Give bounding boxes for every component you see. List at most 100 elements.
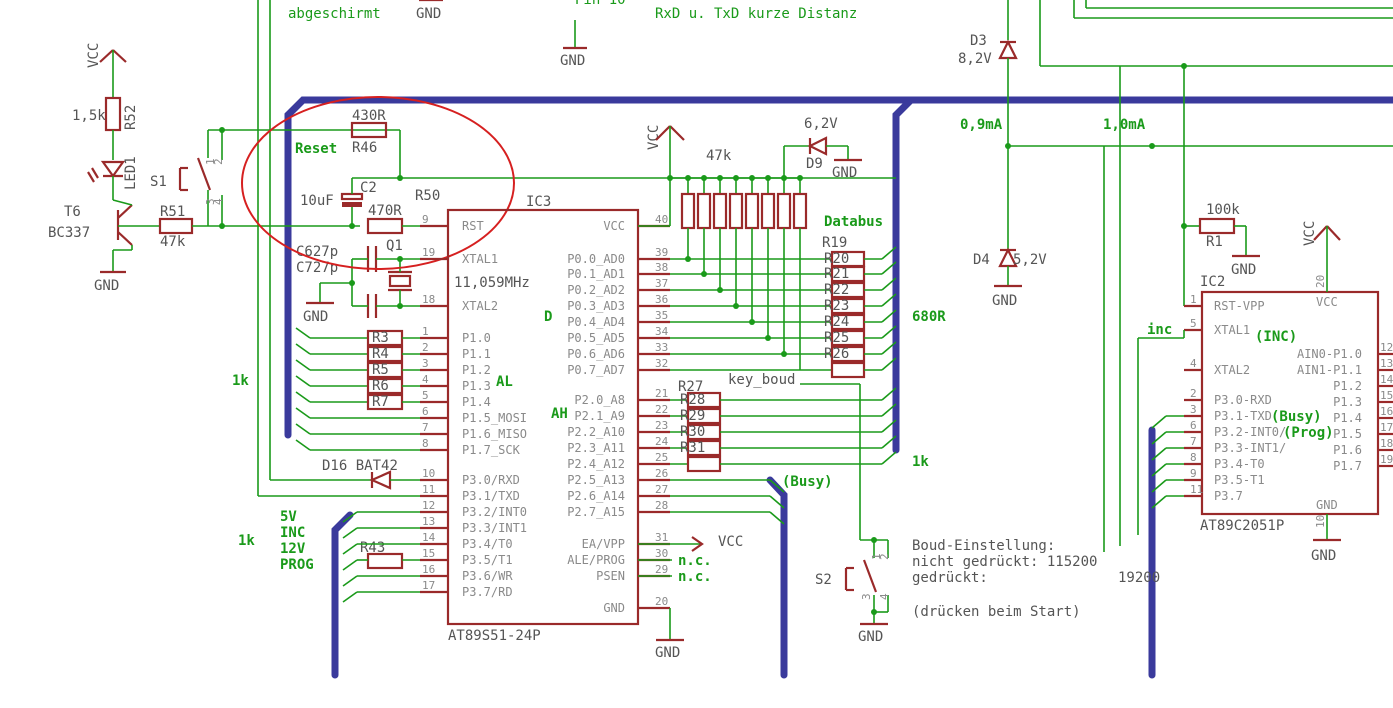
ic2-pin-num: 19 xyxy=(1380,453,1393,466)
data-resistor-label: R25 xyxy=(824,330,849,346)
c7-label: C727p xyxy=(296,260,338,276)
ic2-pin-label: P3.4-T0 xyxy=(1214,457,1265,471)
ic3-pin-label: P1.7_SCK xyxy=(462,443,521,457)
ic3-pin-num: 22 xyxy=(655,403,668,416)
ic3-pin-label: GND xyxy=(603,601,625,615)
gnd-label-crystal: GND xyxy=(303,309,328,325)
ic3-pin-num: 14 xyxy=(422,531,436,544)
ic2-pin-num: 1 xyxy=(1190,293,1197,306)
ic3-pin-label: P0.7_AD7 xyxy=(567,363,625,377)
ic3-pin-num: 7 xyxy=(422,421,429,434)
ic3-pin-label: P3.1/TXD xyxy=(462,489,520,503)
r51-value: 47k xyxy=(160,234,186,250)
ic3-pin-num: 17 xyxy=(422,579,435,592)
ic3-pin-num: 5 xyxy=(422,389,429,402)
svg-text:2: 2 xyxy=(212,158,225,165)
note-rxd-txd: RxD u. TxD kurze Distanz xyxy=(655,6,857,22)
ic3-name: IC3 xyxy=(526,194,551,210)
note-shielded: abgeschirmt xyxy=(288,6,381,22)
ic3-pin-num: 4 xyxy=(422,373,429,386)
ic3-pin-num: 28 xyxy=(655,499,668,512)
ic2-pin-label: P1.5 xyxy=(1333,427,1362,441)
ic3-pin-num: 25 xyxy=(655,451,668,464)
ic3-pin-num: 19 xyxy=(422,246,435,259)
r1-value: 100k xyxy=(1206,202,1240,218)
r46-value: 430R xyxy=(352,108,386,124)
data-resistor-label: R26 xyxy=(824,346,849,362)
ic3-pin-num: 39 xyxy=(655,246,668,259)
ic2-pin-label: P3.5-T1 xyxy=(1214,473,1265,487)
ic3-pin-num: 32 xyxy=(655,357,668,370)
d9-label: D9 xyxy=(806,156,823,172)
svg-text:10: 10 xyxy=(1314,515,1327,528)
diode-d16: D16 BAT42 xyxy=(258,458,448,497)
d3-value: 8,2V xyxy=(958,51,992,67)
ic3-pin-num: 8 xyxy=(422,437,429,450)
ic2-pin-num: 4 xyxy=(1190,357,1197,370)
ic3-pin-label: P0.3_AD3 xyxy=(567,299,625,313)
databus-label: Databus xyxy=(824,214,883,230)
mode-prog: PROG xyxy=(280,557,314,573)
d4-value: 5,2V xyxy=(1013,252,1047,268)
reset-label: Reset xyxy=(295,141,337,157)
ic2-pin-label: P3.7 xyxy=(1214,489,1243,503)
ic3-part: AT89S51-24P xyxy=(448,628,541,644)
ic3-pin-label: P1.6_MISO xyxy=(462,427,527,441)
ic3-pin-label: P0.0_AD0 xyxy=(567,252,625,266)
ic2-pin-label: P1.6 xyxy=(1333,443,1362,457)
r19-label: R19 xyxy=(822,235,847,251)
ic3-pin-num: 40 xyxy=(655,213,668,226)
r52-value: 1,5k xyxy=(72,108,106,124)
ohm-680-label: 680R xyxy=(912,309,946,325)
ic3-pin-num: 33 xyxy=(655,341,668,354)
ic2-pin-label: P3.2-INT0/ xyxy=(1214,425,1286,439)
ic3-pin-label: P3.4/T0 xyxy=(462,537,513,551)
ic3-pin-label: P3.3/INT1 xyxy=(462,521,527,535)
ic3-pin-num: 37 xyxy=(655,277,668,290)
mode-label-group: 1k 5V INC 12V PROG R43 xyxy=(238,509,420,603)
ic3-pin-label: EA/VPP xyxy=(582,537,625,551)
s2-label: S2 xyxy=(815,572,832,588)
ic2-part: AT89C2051P xyxy=(1200,518,1284,534)
ic2-pin-label: P1.2 xyxy=(1333,379,1362,393)
ic2-pin-label: P1.3 xyxy=(1333,395,1362,409)
ic3-d-label: D xyxy=(544,309,552,325)
ic2-pin-num: 8 xyxy=(1190,451,1197,464)
ic3-pin-label: PSEN xyxy=(596,569,625,583)
ic2-pin-num: 2 xyxy=(1190,387,1197,400)
addr-resistor-label: R31 xyxy=(680,440,705,456)
bus-lines xyxy=(284,96,1393,679)
one-k-bottom-label: 1k xyxy=(238,533,255,549)
schematic-canvas: abgeschirmt Pin 10 RxD u. TxD kurze Dist… xyxy=(48,0,1393,679)
rpack-value: 47k xyxy=(706,148,732,164)
ic2-pin-label: P3.1-TXD xyxy=(1214,409,1272,423)
addr-resistor-label: R30 xyxy=(680,424,705,440)
nc-label-2: n.c. xyxy=(678,569,712,585)
addr-resistor-label: R28 xyxy=(680,392,705,408)
crystal-frequency: 11,059MHz xyxy=(454,275,530,291)
ic2-pin-label: RST-VPP xyxy=(1214,299,1265,313)
gnd-label-s2: GND xyxy=(858,629,883,645)
data-resistor-label: R23 xyxy=(824,298,849,314)
data-resistor-label: R22 xyxy=(824,282,849,298)
one-k-left-label: 1k xyxy=(232,373,249,389)
ic2-pin-label: P3.3-INT1/ xyxy=(1214,441,1286,455)
ic2-pin-num: 15 xyxy=(1380,389,1393,402)
ic3-pin-label: P1.4 xyxy=(462,395,491,409)
ic2-name: IC2 xyxy=(1200,274,1225,290)
mode-12v: 12V xyxy=(280,541,306,557)
ic2-pin-num: 14 xyxy=(1380,373,1393,386)
ic2-pin-label: XTAL1 xyxy=(1214,323,1250,337)
ic3-pin-num: 1 xyxy=(422,325,429,338)
vcc-label-ic2: VCC xyxy=(1302,221,1318,246)
ic3-pin-num: 29 xyxy=(655,563,668,576)
p1-resistor-label: R7 xyxy=(372,394,389,410)
ic3-pin-num: 2 xyxy=(422,341,429,354)
diode-d9: 6,2V D9 GND xyxy=(783,116,862,181)
ic2-pin-label: P1.7 xyxy=(1333,459,1362,473)
databus-resistors: Databus R19 680R R20R21R22R23R24R25R26 xyxy=(670,214,946,379)
ic3-pin-num: 18 xyxy=(422,293,435,306)
ic3-pin-num: 6 xyxy=(422,405,429,418)
boud-line3-value: 19200 xyxy=(1118,570,1160,586)
ic2-pin-label: P1.4 xyxy=(1333,411,1362,425)
